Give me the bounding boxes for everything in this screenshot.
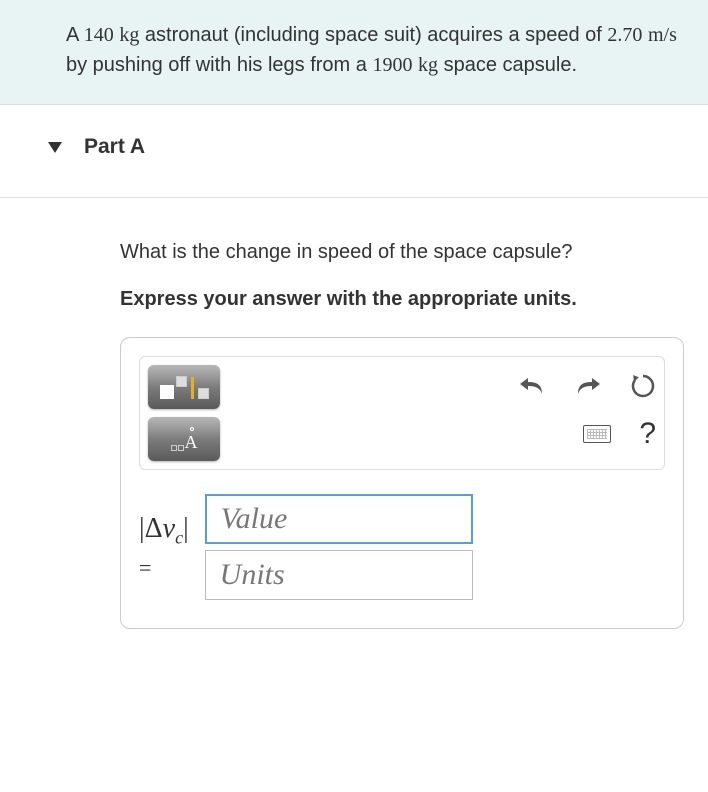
- speed: 2.70: [607, 24, 642, 46]
- undo-icon: [518, 374, 546, 398]
- equals: =: [139, 555, 189, 581]
- problem-statement: A 140 kg astronaut (including space suit…: [0, 0, 708, 105]
- unit-kg: kg: [418, 54, 438, 76]
- text: by pushing off with his legs from a: [66, 54, 372, 76]
- redo-icon: [574, 374, 602, 398]
- answer-row: |Δvc| = Value Units: [139, 494, 665, 600]
- answer-box: A: [120, 337, 684, 629]
- mass-capsule: 1900: [372, 54, 412, 76]
- help-icon: ?: [639, 417, 656, 451]
- text: A: [66, 24, 84, 46]
- part-header[interactable]: Part A: [0, 105, 708, 198]
- part-label: Part A: [84, 135, 145, 159]
- mass-astronaut: 140: [84, 24, 114, 46]
- units-input[interactable]: Units: [205, 550, 473, 600]
- value-placeholder: Value: [221, 502, 288, 536]
- unit-ms: m/s: [648, 24, 677, 46]
- template-button[interactable]: [148, 365, 220, 409]
- instruction-text: Express your answer with the appropriate…: [120, 288, 684, 311]
- text: astronaut (including space suit) acquire…: [139, 24, 607, 46]
- question-text: What is the change in speed of the space…: [120, 238, 684, 266]
- template-icon: [160, 376, 209, 399]
- reset-icon: [630, 373, 656, 399]
- part-body: What is the change in speed of the space…: [0, 198, 708, 653]
- degree-button[interactable]: A: [148, 417, 220, 461]
- var-v: v: [163, 513, 175, 544]
- redo-button[interactable]: [574, 374, 602, 398]
- degree-icon: A: [171, 427, 198, 451]
- variable-label: |Δvc| =: [139, 512, 189, 582]
- help-row: ?: [583, 417, 656, 451]
- toolbar-right: ?: [518, 365, 656, 451]
- history-row: [518, 373, 656, 399]
- var-sub: c: [175, 528, 183, 548]
- abs-close: |: [183, 513, 189, 544]
- toolbar: A: [139, 356, 665, 470]
- inputs: Value Units: [205, 494, 473, 600]
- units-placeholder: Units: [220, 558, 285, 592]
- collapse-triangle-icon: [48, 142, 62, 153]
- toolbar-left: A: [148, 365, 220, 461]
- reset-button[interactable]: [630, 373, 656, 399]
- value-input[interactable]: Value: [205, 494, 473, 544]
- delta: Δ: [145, 513, 163, 544]
- keyboard-button[interactable]: [583, 425, 611, 443]
- undo-button[interactable]: [518, 374, 546, 398]
- text: space capsule.: [438, 54, 577, 76]
- unit-kg: kg: [119, 24, 139, 46]
- help-button[interactable]: ?: [639, 417, 656, 451]
- keyboard-icon: [583, 425, 611, 443]
